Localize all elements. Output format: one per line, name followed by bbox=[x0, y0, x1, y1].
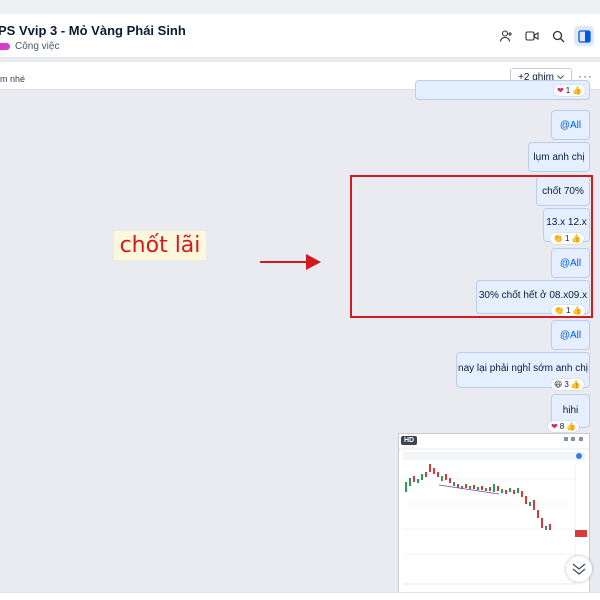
laugh-icon: 😆 bbox=[554, 380, 563, 389]
heart-icon: ❤ bbox=[551, 422, 558, 431]
message-text: nay lại phải nghỉ sớm anh chị bbox=[458, 363, 588, 374]
like-icon[interactable]: 👍 bbox=[571, 380, 581, 389]
reaction-badge[interactable]: 😆 3 👍 bbox=[551, 379, 584, 390]
message-text: @All bbox=[559, 120, 582, 131]
thumbnail-toolbar-icons bbox=[564, 437, 583, 441]
double-chevron-down-icon bbox=[572, 563, 586, 575]
pinned-message-preview[interactable]: m nhé bbox=[0, 74, 25, 84]
add-member-icon[interactable] bbox=[496, 26, 516, 46]
reaction-count: 1 bbox=[565, 86, 571, 95]
reaction-badge[interactable]: ❤ 1 👍 bbox=[554, 85, 586, 96]
scroll-to-bottom-button[interactable] bbox=[566, 556, 592, 582]
like-icon[interactable]: 👍 bbox=[572, 86, 582, 95]
video-call-icon[interactable] bbox=[522, 26, 542, 46]
window-top-strip bbox=[0, 0, 600, 14]
tag-icon bbox=[0, 43, 10, 50]
message-bubble[interactable]: @All bbox=[551, 320, 590, 350]
group-title[interactable]: PS Vvip 3 - Mỏ Vàng Phái Sinh bbox=[0, 23, 186, 38]
message-bubble[interactable]: ❤ 1 👍 bbox=[415, 80, 590, 100]
message-text: @All bbox=[559, 330, 582, 341]
heart-icon: ❤ bbox=[557, 86, 564, 95]
reaction-count: 8 bbox=[559, 422, 565, 431]
annotation-label: chốt lãi bbox=[114, 231, 206, 260]
arrow-right-icon bbox=[260, 254, 321, 270]
composer-toolbar bbox=[0, 592, 600, 600]
reaction-badge[interactable]: ❤ 8 👍 bbox=[548, 421, 580, 432]
message-bubble[interactable]: hihi ❤ 8 👍 bbox=[548, 394, 590, 432]
message-text: lụm anh chị bbox=[533, 152, 585, 163]
group-tag-label: Công việc bbox=[15, 41, 60, 52]
message-bubble[interactable]: nay lại phải nghỉ sớm anh chị 😆 3 👍 bbox=[456, 352, 590, 390]
chevron-down-icon bbox=[557, 74, 564, 79]
search-icon[interactable] bbox=[548, 26, 568, 46]
like-icon[interactable]: 👍 bbox=[566, 422, 576, 431]
message-text: hihi bbox=[562, 405, 579, 416]
header-actions bbox=[496, 26, 594, 46]
message-bubble[interactable]: @All bbox=[551, 110, 590, 140]
annotation-highlight-box bbox=[350, 175, 593, 318]
reaction-count: 3 bbox=[564, 380, 569, 389]
sidebar-toggle-icon[interactable] bbox=[574, 26, 594, 46]
message-bubble[interactable]: lụm anh chị bbox=[528, 142, 590, 172]
group-tag[interactable]: Công việc bbox=[0, 41, 59, 52]
image-message[interactable]: HD bbox=[398, 433, 590, 593]
stock-chart-thumbnail bbox=[399, 437, 589, 592]
chat-header: PS Vvip 3 - Mỏ Vàng Phái Sinh Công việc bbox=[0, 14, 600, 58]
